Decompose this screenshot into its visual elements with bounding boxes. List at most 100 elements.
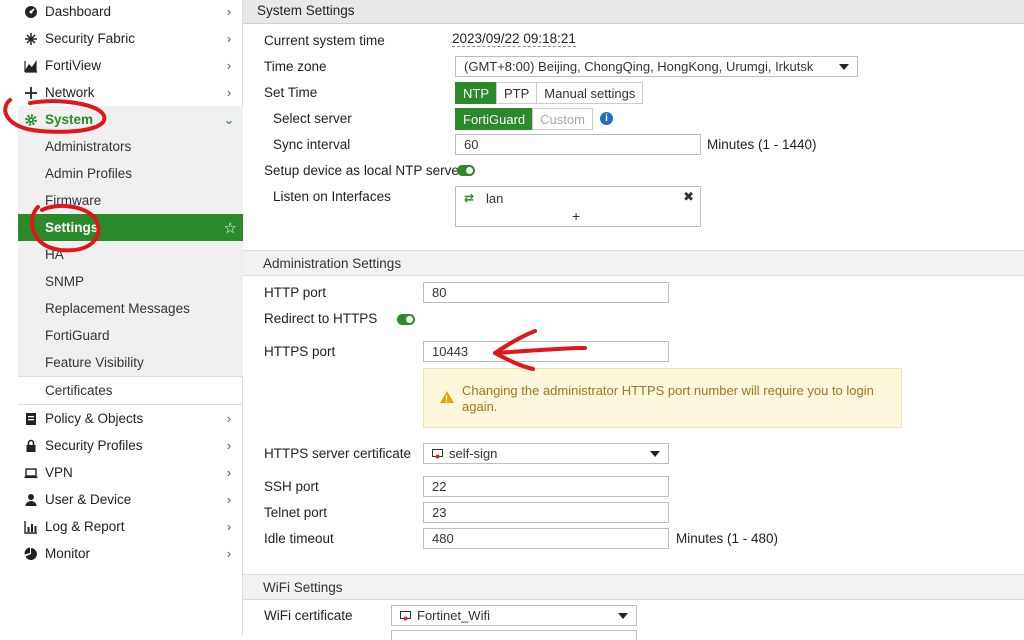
idle-timeout-value: 480 [432,531,454,546]
add-interface-button[interactable]: + [572,208,580,224]
chevron-right-icon: › [226,465,232,480]
telnet-port-label: Telnet port [264,505,328,520]
chevron-right-icon: › [226,519,232,534]
wifi-cert-label: WiFi certificate [264,608,353,623]
next-field-partial[interactable] [391,630,637,640]
sidebar-item-log-report[interactable]: Log & Report › [18,513,243,540]
https-cert-select[interactable]: self-sign [423,443,669,464]
set-time-ntp-option[interactable]: NTP [455,82,497,104]
set-time-ptp-option[interactable]: PTP [496,82,538,104]
sidebar-item-label: Dashboard [45,4,112,19]
warning-icon-mark: ! [445,394,448,404]
star-icon[interactable]: ☆ [224,219,237,237]
wifi-settings-header: WiFi Settings [243,574,1024,600]
user-icon [24,493,38,507]
server-custom-option[interactable]: Custom [532,108,593,130]
https-port-value: 10443 [432,344,469,359]
idle-timeout-label: Idle timeout [264,531,334,546]
policy-icon [24,412,38,426]
sidebar-subitem-feature-visibility[interactable]: Feature Visibility [18,349,243,376]
sidebar-item-label: Monitor [45,546,91,561]
sidebar-item-security-profiles[interactable]: Security Profiles › [18,432,243,459]
security-fabric-icon [24,32,38,46]
sidebar-subitem-label: FortiGuard [45,328,110,343]
sidebar-item-user-device[interactable]: User & Device › [18,486,243,513]
https-port-label: HTTPS port [264,344,336,359]
sidebar-item-label: User & Device [45,492,132,507]
sync-interval-unit: Minutes (1 - 1440) [707,137,817,152]
chevron-right-icon: › [226,438,232,453]
chevron-right-icon: › [226,4,232,19]
interface-lan-value: lan [486,191,504,206]
telnet-port-input[interactable]: 23 [423,502,669,523]
sync-interval-input[interactable]: 60 [455,134,701,155]
chevron-down-icon: ⌄ [223,111,235,127]
sidebar-subitem-admin-profiles[interactable]: Admin Profiles [18,160,243,187]
chevron-down-icon [618,613,628,619]
sidebar-item-policy-objects[interactable]: Policy & Objects › [18,405,243,432]
sidebar-item-label: VPN [45,465,73,480]
log-icon [24,520,38,534]
sidebar-subitem-label: Feature Visibility [45,355,144,370]
sidebar-item-label: Security Profiles [45,438,143,453]
sidebar-subitem-label: Admin Profiles [45,166,133,181]
vpn-icon [24,466,38,480]
chevron-right-icon: › [226,58,232,73]
lock-icon [24,439,38,453]
sidebar-subitem-settings[interactable]: Settings ☆ [18,214,243,241]
ssh-port-input[interactable]: 22 [423,476,669,497]
sidebar-item-label: FortiView [45,58,102,73]
current-time-value[interactable]: 2023/09/22 09:18:21 [452,31,576,47]
sidebar-item-security-fabric[interactable]: Security Fabric › [18,25,243,52]
redirect-https-label: Redirect to HTTPS [264,311,378,326]
sidebar-item-dashboard[interactable]: Dashboard › [18,0,243,25]
wifi-cert-value: Fortinet_Wifi [417,608,490,623]
idle-timeout-unit: Minutes (1 - 480) [676,531,779,546]
set-time-manual-option[interactable]: Manual settings [536,82,644,104]
listen-interfaces-box[interactable]: ⇄ lan ✖ + [455,186,701,227]
info-icon[interactable]: i [600,112,613,125]
select-server-label: Select server [273,111,352,126]
wifi-cert-select[interactable]: Fortinet_Wifi [391,605,637,626]
idle-timeout-input[interactable]: 480 [423,528,669,549]
chevron-right-icon: › [226,411,232,426]
timezone-select[interactable]: (GMT+8:00) Beijing, ChongQing, HongKong,… [455,56,858,77]
sidebar-subitem-fortiguard[interactable]: FortiGuard [18,322,243,349]
sync-interval-label: Sync interval [273,137,351,152]
current-time-label: Current system time [264,33,385,48]
section-title: WiFi Settings [263,580,343,595]
sidebar-item-vpn[interactable]: VPN › [18,459,243,486]
chevron-down-icon [839,64,849,70]
chevron-right-icon: › [226,85,232,100]
sidebar-subitem-firmware[interactable]: Firmware [18,187,243,214]
sidebar-subitem-administrators[interactable]: Administrators [18,133,243,160]
sync-interval-value: 60 [464,137,479,152]
server-fortiguard-option[interactable]: FortiGuard [455,108,534,130]
set-time-toggle: NTP PTP Manual settings [455,82,644,104]
sidebar: Dashboard › Security Fabric › FortiView … [0,0,243,636]
sidebar-item-label: Policy & Objects [45,411,144,426]
certificate-icon [432,448,443,459]
administration-settings-header: Administration Settings [243,250,1024,276]
chevron-right-icon: › [226,546,232,561]
local-ntp-label: Setup device as local NTP server [264,163,464,178]
sidebar-item-network[interactable]: Network › [18,79,243,106]
page-title: System Settings [257,3,355,18]
sidebar-item-monitor[interactable]: Monitor › [18,540,243,567]
sidebar-item-system[interactable]: System ⌄ [18,106,243,133]
http-port-label: HTTP port [264,285,327,300]
sidebar-subitem-label: Administrators [45,139,132,154]
sidebar-item-fortiview[interactable]: FortiView › [18,52,243,79]
remove-icon[interactable]: ✖ [683,189,694,205]
sidebar-subitem-ha[interactable]: HA [18,241,243,268]
sidebar-subitem-snmp[interactable]: SNMP [18,268,243,295]
https-port-warning: ! Changing the administrator HTTPS port … [423,368,902,428]
sidebar-subitem-replacement-messages[interactable]: Replacement Messages [18,295,243,322]
main-panel: System Settings Current system time 2023… [243,0,1024,640]
local-ntp-toggle[interactable] [457,165,475,176]
redirect-https-toggle[interactable] [397,314,415,325]
sidebar-subitem-certificates[interactable]: Certificates [18,377,243,404]
sidebar-item-label: Log & Report [45,519,125,534]
https-port-input[interactable]: 10443 [423,341,669,362]
http-port-input[interactable]: 80 [423,282,669,303]
